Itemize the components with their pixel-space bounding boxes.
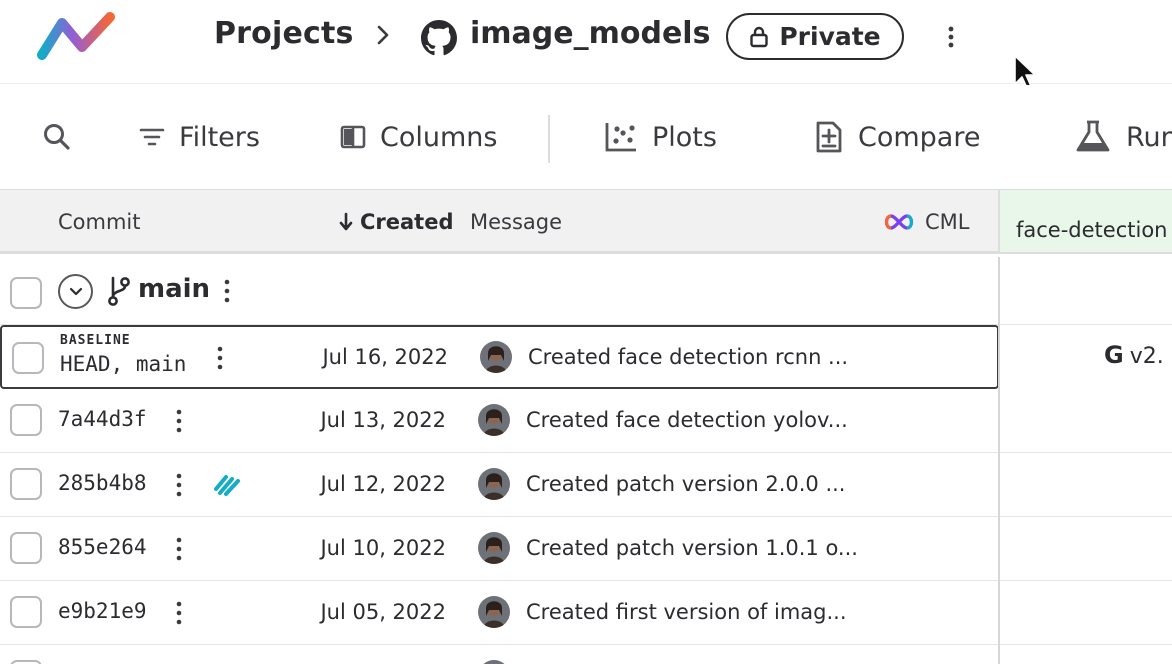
author-avatar [480,341,512,373]
visibility-badge[interactable]: Private [726,13,904,60]
row-checkbox[interactable] [10,596,42,628]
collapse-branch-button[interactable] [58,274,93,309]
git-branch-icon [108,276,130,306]
chevron-down-icon [69,287,82,295]
column-header-created-label: Created [360,210,454,234]
plots-button[interactable]: Plots [604,85,717,189]
model-stage-letter: G [1104,341,1124,369]
logo-icon[interactable] [36,11,120,61]
commit-id[interactable]: 855e264 [58,535,147,559]
row-kebab-menu-icon[interactable] [215,345,225,371]
table-row[interactable] [0,645,1172,664]
commit-id[interactable]: 7a44d3f [58,407,147,431]
row-checkbox[interactable] [10,532,42,564]
flask-icon [1076,120,1110,152]
columns-label: Columns [380,121,498,153]
column-header-message[interactable]: Message [470,210,562,234]
face-detection-cell[interactable]: Gv2. [1104,341,1164,369]
kebab-menu-icon[interactable] [938,22,964,52]
row-kebab-menu-icon[interactable] [174,408,184,434]
sort-descending-icon [339,212,353,231]
run-label: Run [1126,121,1172,153]
toolbar: Filters Columns Plots Compare Run [0,85,1172,189]
commit-id[interactable]: HEAD, main [60,352,186,376]
column-group-divider [998,257,1000,664]
dvc-experiment-icon[interactable] [212,473,244,497]
breadcrumb-projects[interactable]: Projects [214,16,354,51]
row-kebab-menu-icon[interactable] [174,472,184,498]
lock-icon [750,26,769,47]
author-avatar [478,596,510,628]
github-icon [421,20,457,56]
repo-name[interactable]: image_models [470,16,710,51]
branch-checkbox[interactable] [10,277,42,309]
branch-row: main [0,257,1172,325]
commit-message[interactable]: Created face detection yolov... [526,408,848,432]
toolbar-divider [548,115,550,163]
compare-label: Compare [858,121,981,153]
filter-icon [139,128,165,146]
author-avatar [478,468,510,500]
commit-date: Jul 12, 2022 [320,472,446,496]
commit-message[interactable]: Created first version of imag... [526,600,847,624]
filters-label: Filters [179,121,260,153]
columns-button[interactable]: Columns [340,85,497,189]
column-header-cml[interactable]: CML [881,210,969,234]
row-checkbox[interactable] [10,468,42,500]
author-avatar [478,404,510,436]
row-checkbox[interactable] [12,342,44,374]
author-avatar [478,660,510,664]
compare-button[interactable]: Compare [814,85,980,189]
column-header-commit[interactable]: Commit [58,210,141,234]
column-header-cml-label: CML [925,210,970,234]
commit-date: Jul 10, 2022 [320,536,446,560]
top-header: Projects image_models Private [0,0,1172,89]
search-icon [44,124,70,150]
compare-icon [816,121,842,153]
search-button[interactable] [42,85,72,189]
columns-icon [340,125,366,149]
commit-message[interactable]: Created face detection rcnn ... [528,345,848,369]
branch-name[interactable]: main [138,274,210,304]
table-column-header: Commit Created Message CML face-detectio… [0,189,1172,254]
commit-date: Jul 13, 2022 [320,408,446,432]
column-group-face-detection[interactable]: face-detection [998,190,1172,252]
table-row[interactable]: e9b21e9 Jul 05, 2022 Created first versi… [0,581,1172,645]
table-row[interactable]: 7a44d3f Jul 13, 2022 Created face detect… [0,389,1172,453]
table-row[interactable]: BASELINE HEAD, main Jul 16, 2022 Created… [0,325,999,389]
plots-icon [605,123,636,152]
commit-message[interactable]: Created patch version 1.0.1 o... [526,536,858,560]
row-kebab-menu-icon[interactable] [174,536,184,562]
commit-id[interactable]: e9b21e9 [58,599,147,623]
table-row[interactable]: 285b4b8 Jul 12, 2022 Created patch versi… [0,453,1172,517]
row-checkbox[interactable] [10,660,42,664]
baseline-tag: BASELINE [60,333,131,348]
cml-infinity-icon [884,214,914,230]
column-header-created[interactable]: Created [338,210,454,234]
branch-kebab-menu-icon[interactable] [222,278,232,304]
chevron-right-icon [377,25,389,45]
filters-button[interactable]: Filters [139,85,260,189]
run-button[interactable]: Run [1074,85,1172,189]
author-avatar [478,532,510,564]
plots-label: Plots [652,121,717,153]
commit-message[interactable]: Created patch version 2.0.0 ... [526,472,845,496]
commit-date: Jul 16, 2022 [322,345,448,369]
row-checkbox[interactable] [10,404,42,436]
commit-date: Jul 05, 2022 [320,600,446,624]
commit-id[interactable]: 285b4b8 [58,471,147,495]
table-row[interactable]: 855e264 Jul 10, 2022 Created patch versi… [0,517,1172,581]
model-version: v2. [1129,344,1164,369]
visibility-label: Private [779,22,881,51]
row-kebab-menu-icon[interactable] [174,600,184,626]
